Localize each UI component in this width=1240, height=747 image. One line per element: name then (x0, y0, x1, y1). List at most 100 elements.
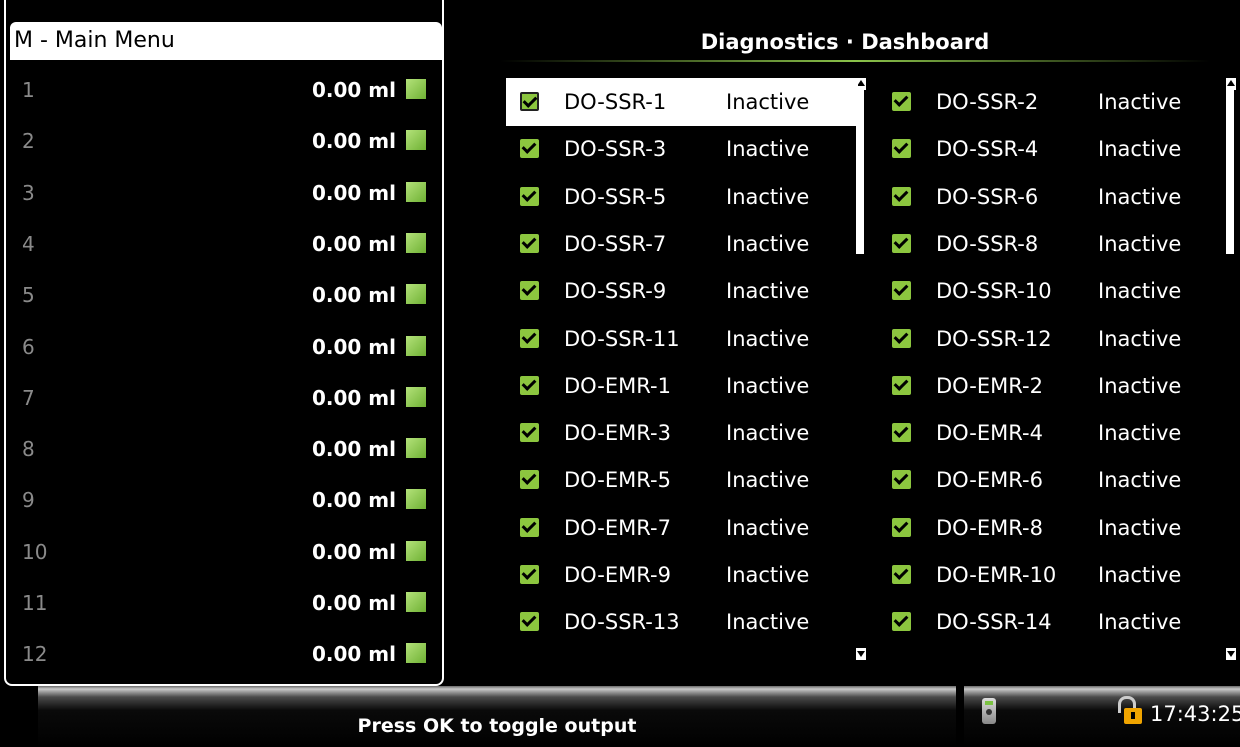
output-name: DO-SSR-11 (564, 326, 680, 351)
volume-index: 3 (22, 180, 35, 205)
output-item[interactable]: DO-EMR-7 Inactive (506, 504, 858, 552)
volume-value: 0.00 ml (311, 283, 396, 308)
output-item[interactable]: DO-SSR-7 Inactive (506, 220, 858, 268)
volume-row: 10 0.00 ml (22, 532, 432, 572)
status-square-icon (406, 79, 426, 99)
volume-row: 12 0.00 ml (22, 634, 432, 674)
output-state: Inactive (1098, 468, 1182, 493)
checkbox-icon[interactable] (520, 612, 539, 632)
status-square-icon (406, 489, 426, 510)
output-item[interactable]: DO-EMR-6 Inactive (878, 456, 1230, 504)
output-item[interactable]: DO-SSR-5 Inactive (506, 173, 858, 221)
checkbox-icon[interactable] (892, 186, 911, 206)
output-name: DO-EMR-6 (936, 468, 1043, 493)
volume-value: 0.00 ml (311, 642, 396, 667)
output-item[interactable]: DO-SSR-4 Inactive (878, 125, 1230, 173)
output-item[interactable]: DO-SSR-11 Inactive (506, 315, 858, 363)
checkbox-icon[interactable] (892, 92, 911, 111)
output-state: Inactive (1098, 231, 1182, 256)
scroll-down-icon[interactable] (856, 648, 866, 660)
checkbox-icon[interactable] (520, 186, 539, 206)
output-state: Inactive (726, 231, 810, 256)
output-name: DO-SSR-9 (564, 279, 667, 304)
output-item[interactable]: DO-SSR-3 Inactive (506, 125, 858, 173)
volume-row: 7 0.00 ml (22, 378, 432, 418)
output-name: DO-SSR-1 (564, 90, 667, 114)
output-name: DO-SSR-14 (936, 610, 1052, 635)
checkbox-icon[interactable] (892, 423, 911, 443)
checkbox-icon[interactable] (520, 565, 539, 584)
status-square-icon (406, 232, 426, 253)
volume-row: 2 0.00 ml (22, 121, 432, 161)
volume-index: 2 (22, 129, 35, 154)
output-item[interactable]: DO-SSR-2 Inactive (878, 78, 1230, 126)
checkbox-icon[interactable] (892, 328, 911, 348)
status-message: Press OK to toggle output (357, 715, 637, 737)
output-item[interactable]: DO-EMR-8 Inactive (878, 504, 1230, 552)
output-item[interactable]: DO-SSR-1 Inactive (506, 78, 858, 126)
output-state: Inactive (1098, 326, 1182, 351)
status-bar: Press OK to toggle output 17:43:25 (0, 686, 1240, 747)
output-item[interactable]: DO-SSR-8 Inactive (878, 220, 1230, 268)
volume-index: 1 (22, 78, 35, 102)
scroll-down-icon[interactable] (1226, 648, 1236, 660)
checkbox-icon[interactable] (520, 470, 539, 490)
output-item[interactable]: DO-EMR-10 Inactive (878, 551, 1230, 599)
checkbox-icon[interactable] (892, 233, 911, 253)
output-state: Inactive (726, 468, 810, 493)
output-item[interactable]: DO-SSR-13 Inactive (506, 598, 858, 646)
output-name: DO-EMR-9 (564, 563, 671, 587)
output-name: DO-SSR-10 (936, 279, 1052, 304)
page-title: Diagnostics · Dashboard (700, 30, 990, 54)
checkbox-icon[interactable] (520, 328, 539, 348)
output-state: Inactive (1098, 421, 1182, 446)
checkbox-icon[interactable] (892, 281, 911, 301)
checkbox-icon[interactable] (892, 517, 911, 537)
output-item[interactable]: DO-SSR-14 Inactive (878, 598, 1230, 646)
output-item[interactable]: DO-SSR-6 Inactive (878, 173, 1230, 221)
volume-value: 0.00 ml (311, 591, 396, 615)
volume-value: 0.00 ml (311, 488, 396, 513)
volume-value: 0.00 ml (311, 129, 396, 154)
checkbox-icon[interactable] (520, 517, 539, 537)
output-item[interactable]: DO-EMR-9 Inactive (506, 551, 858, 599)
output-name: DO-EMR-3 (564, 421, 671, 446)
output-state: Inactive (726, 563, 810, 587)
checkbox-icon[interactable] (520, 233, 539, 253)
output-item[interactable]: DO-EMR-2 Inactive (878, 362, 1230, 410)
checkbox-icon[interactable] (520, 281, 539, 301)
status-square-icon (406, 181, 426, 202)
output-item[interactable]: DO-EMR-5 Inactive (506, 456, 858, 504)
checkbox-icon[interactable] (892, 565, 911, 584)
output-state: Inactive (726, 373, 810, 398)
checkbox-icon[interactable] (520, 139, 539, 159)
checkbox-icon[interactable] (520, 423, 539, 443)
volume-row: 3 0.00 ml (22, 173, 432, 213)
volume-row: 8 0.00 ml (22, 429, 432, 469)
checkbox-icon[interactable] (892, 139, 911, 159)
main-menu-button[interactable]: M - Main Menu (10, 22, 442, 60)
output-item[interactable]: DO-EMR-3 Inactive (506, 409, 858, 457)
checkbox-icon[interactable] (520, 92, 539, 111)
checkbox-icon[interactable] (892, 470, 911, 490)
checkbox-icon[interactable] (892, 375, 911, 395)
volume-value: 0.00 ml (311, 385, 396, 410)
output-item[interactable]: DO-EMR-1 Inactive (506, 362, 858, 410)
output-state: Inactive (1098, 90, 1182, 114)
status-indicators: 17:43:25 (964, 686, 1240, 747)
volume-row: 5 0.00 ml (22, 275, 432, 315)
output-item[interactable]: DO-EMR-4 Inactive (878, 409, 1230, 457)
checkbox-icon[interactable] (892, 612, 911, 632)
output-name: DO-EMR-5 (564, 468, 671, 493)
output-item[interactable]: DO-SSR-9 Inactive (506, 267, 858, 315)
volume-index: 10 (22, 539, 48, 564)
output-name: DO-SSR-8 (936, 231, 1039, 256)
device-icon (982, 698, 996, 724)
checkbox-icon[interactable] (520, 375, 539, 395)
status-message-area: Press OK to toggle output (38, 686, 956, 747)
output-item[interactable]: DO-SSR-12 Inactive (878, 315, 1230, 363)
output-item[interactable]: DO-SSR-10 Inactive (878, 267, 1230, 315)
output-name: DO-SSR-6 (936, 184, 1039, 209)
status-square-icon (406, 130, 426, 151)
output-name: DO-SSR-3 (564, 137, 667, 162)
